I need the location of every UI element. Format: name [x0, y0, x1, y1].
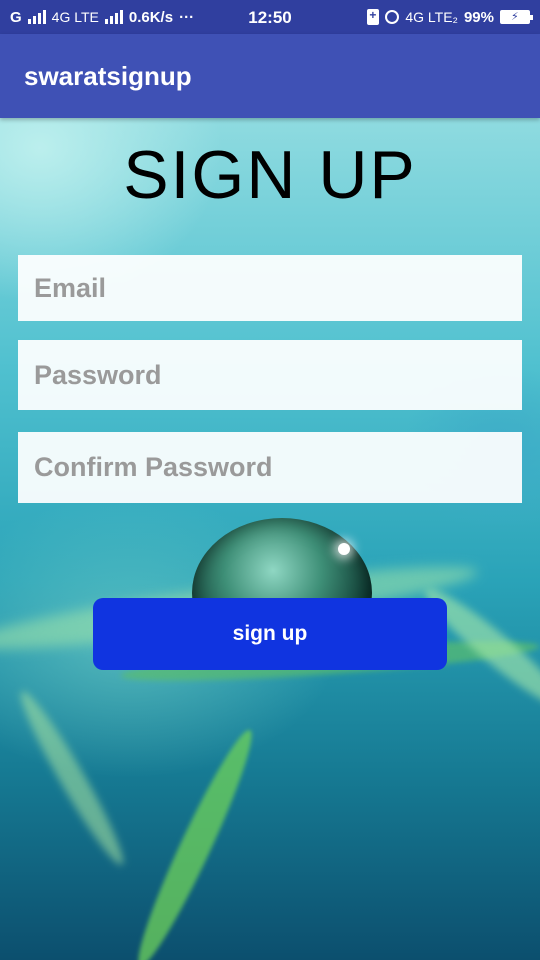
app-bar: swaratsignup: [0, 34, 540, 118]
signal-icon: [104, 10, 123, 24]
droplet-highlight: [338, 543, 350, 555]
status-right: 4G LTE₂ 99% ⚡: [367, 8, 533, 26]
grass-blade-decoration: [11, 685, 133, 871]
carrier-label: G: [10, 8, 22, 26]
battery-icon: ⚡: [500, 10, 533, 24]
alarm-icon: [385, 10, 400, 24]
clock: 12:50: [248, 8, 292, 27]
sign-up-button[interactable]: sign up: [93, 598, 447, 670]
status-bar: G 4G LTE 0.6K/s ··· 12:50 4G LTE₂ 99% ⚡: [0, 0, 540, 34]
battery-saver-icon: [367, 8, 380, 25]
more-dots: ···: [179, 8, 195, 26]
signal-icon: [27, 10, 46, 24]
page-title: SIGN UP: [123, 137, 417, 213]
network-label-2: 4G LTE₂: [405, 9, 458, 25]
app-title: swaratsignup: [24, 60, 192, 91]
email-field[interactable]: [18, 255, 522, 321]
password-field[interactable]: [18, 340, 522, 410]
battery-percent: 99%: [463, 8, 494, 26]
network-label: 4G LTE: [51, 9, 99, 25]
background-image: [0, 118, 540, 960]
data-speed: 0.6K/s: [128, 8, 174, 26]
status-left: G 4G LTE 0.6K/s ···: [10, 9, 194, 26]
confirm-password-field[interactable]: [18, 432, 522, 503]
grass-blade-decoration: [126, 723, 264, 960]
